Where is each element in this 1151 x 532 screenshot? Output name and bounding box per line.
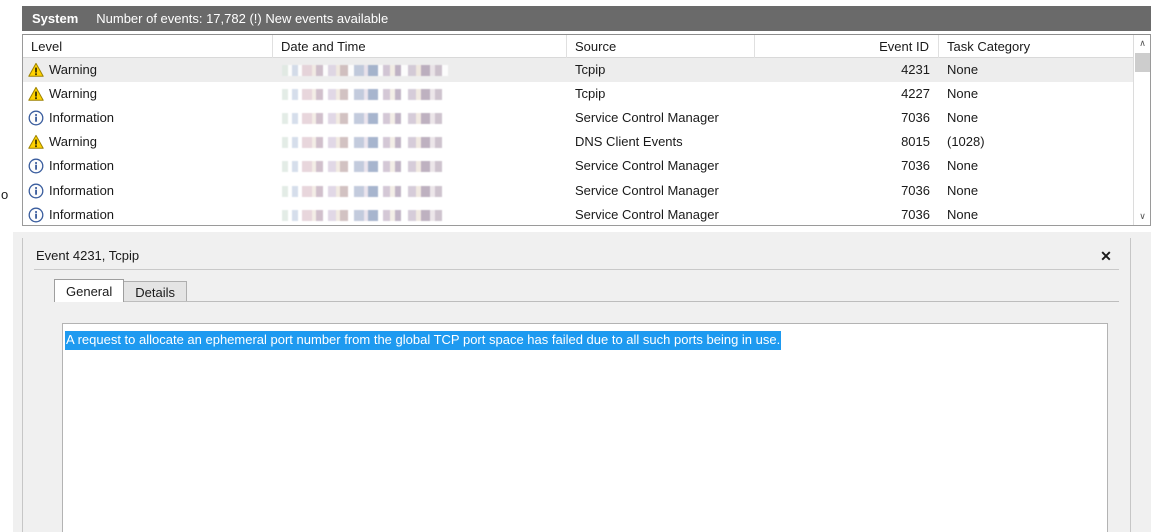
level-label: Information — [49, 179, 114, 203]
table-row[interactable]: Information Service Control Manager 7036… — [23, 154, 1133, 178]
log-status-label: Number of events: 17,782 (!) New events … — [96, 11, 388, 26]
log-header-bar: System Number of events: 17,782 (!) New … — [22, 6, 1151, 31]
cell-level: Information — [23, 154, 273, 178]
warning-icon — [28, 62, 44, 78]
event-message-box[interactable]: A request to allocate an ephemeral port … — [62, 323, 1108, 532]
cell-level: Information — [23, 179, 273, 203]
cell-source: Tcpip — [567, 58, 755, 82]
cell-event-id: 7036 — [755, 106, 939, 130]
log-name-label: System — [32, 11, 78, 26]
event-detail-inner: Event 4231, Tcpip ✕ General Details A re… — [22, 238, 1131, 532]
event-rows-container: Warning Tcpip 4231 None Warning — [23, 58, 1133, 225]
cell-level: Warning — [23, 58, 273, 82]
event-grid: Level Date and Time Source Event ID Task… — [22, 34, 1151, 226]
information-icon — [28, 158, 44, 174]
cell-date-and-time — [273, 130, 567, 154]
column-header-source[interactable]: Source — [567, 35, 755, 58]
table-row[interactable]: Information Service Control Manager 7036… — [23, 106, 1133, 130]
redacted-datetime — [282, 89, 448, 100]
cell-event-id: 7036 — [755, 154, 939, 178]
warning-icon — [28, 86, 44, 102]
event-message-text: A request to allocate an ephemeral port … — [65, 331, 781, 350]
table-row[interactable]: Warning Tcpip 4227 None — [23, 82, 1133, 106]
cell-task-category: None — [939, 203, 1125, 225]
warning-icon — [28, 134, 44, 150]
cell-level: Warning — [23, 130, 273, 154]
redacted-datetime — [282, 161, 448, 172]
cell-date-and-time — [273, 154, 567, 178]
cell-source: Service Control Manager — [567, 154, 755, 178]
information-icon — [28, 183, 44, 199]
cell-event-id: 7036 — [755, 203, 939, 225]
column-header-date-and-time[interactable]: Date and Time — [273, 35, 567, 58]
column-header-task-category[interactable]: Task Category — [939, 35, 1125, 58]
level-label: Warning — [49, 130, 97, 154]
cell-source: Tcpip — [567, 82, 755, 106]
cell-date-and-time — [273, 179, 567, 203]
detail-tabs: General Details — [54, 279, 187, 302]
cell-event-id: 7036 — [755, 179, 939, 203]
cell-event-id: 8015 — [755, 130, 939, 154]
cell-source: Service Control Manager — [567, 106, 755, 130]
tab-general[interactable]: General — [54, 279, 124, 302]
redacted-datetime — [282, 186, 448, 197]
redacted-datetime — [282, 137, 448, 148]
information-icon — [28, 110, 44, 126]
level-label: Information — [49, 154, 114, 178]
column-header-row: Level Date and Time Source Event ID Task… — [23, 35, 1150, 58]
table-row[interactable]: Information Service Control Manager 7036… — [23, 203, 1133, 225]
event-list-pane: System Number of events: 17,782 (!) New … — [13, 0, 1151, 232]
scroll-up-icon[interactable]: ∧ — [1134, 35, 1151, 52]
table-row[interactable]: Information Service Control Manager 7036… — [23, 178, 1133, 202]
cell-event-id: 4231 — [755, 58, 939, 82]
level-label: Information — [49, 203, 114, 225]
table-row[interactable]: Warning DNS Client Events 8015 (1028) — [23, 130, 1133, 154]
redacted-datetime — [282, 65, 448, 76]
event-detail-title: Event 4231, Tcpip — [36, 248, 139, 263]
cell-task-category: None — [939, 58, 1125, 82]
close-icon[interactable]: ✕ — [1097, 247, 1115, 265]
cell-date-and-time — [273, 58, 567, 82]
column-header-level[interactable]: Level — [23, 35, 273, 58]
cell-level: Warning — [23, 82, 273, 106]
column-header-event-id[interactable]: Event ID — [755, 35, 939, 58]
level-label: Information — [49, 106, 114, 130]
tab-details[interactable]: Details — [123, 281, 187, 302]
cell-task-category: None — [939, 154, 1125, 178]
scroll-down-icon[interactable]: ∨ — [1134, 208, 1151, 225]
cell-task-category: None — [939, 106, 1125, 130]
cell-date-and-time — [273, 82, 567, 106]
table-row[interactable]: Warning Tcpip 4231 None — [23, 58, 1133, 82]
event-list-scrollbar[interactable]: ∧ ∨ — [1133, 35, 1150, 225]
cell-event-id: 4227 — [755, 82, 939, 106]
tree-item-partial-label: o — [1, 188, 8, 201]
cell-task-category: None — [939, 82, 1125, 106]
level-label: Warning — [49, 58, 97, 82]
cell-source: DNS Client Events — [567, 130, 755, 154]
redacted-datetime — [282, 210, 448, 221]
information-icon — [28, 207, 44, 223]
cell-level: Information — [23, 203, 273, 225]
scrollbar-thumb[interactable] — [1135, 53, 1150, 72]
cell-date-and-time — [273, 106, 567, 130]
tabstrip-underline — [54, 301, 1119, 302]
cell-date-and-time — [273, 203, 567, 225]
tree-pane-edge: o — [0, 0, 14, 532]
cell-source: Service Control Manager — [567, 203, 755, 225]
event-detail-pane: Event 4231, Tcpip ✕ General Details A re… — [13, 238, 1151, 532]
cell-task-category: None — [939, 179, 1125, 203]
detail-header-divider — [34, 269, 1119, 270]
cell-level: Information — [23, 106, 273, 130]
cell-source: Service Control Manager — [567, 179, 755, 203]
cell-task-category: (1028) — [939, 130, 1125, 154]
level-label: Warning — [49, 82, 97, 106]
redacted-datetime — [282, 113, 448, 124]
